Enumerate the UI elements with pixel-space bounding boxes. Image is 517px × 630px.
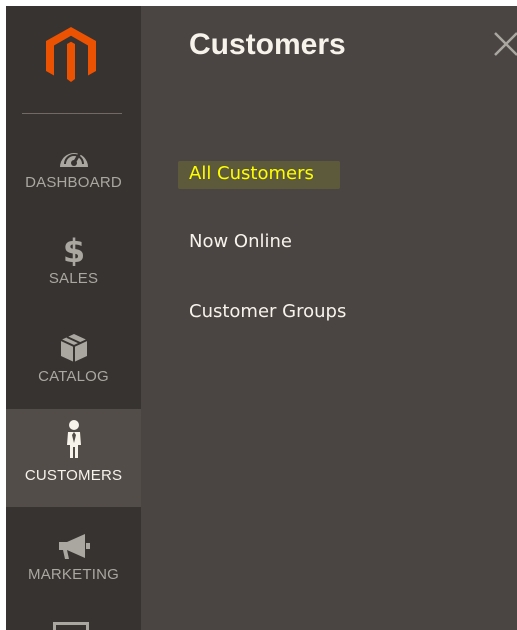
logo-divider	[22, 113, 122, 114]
dashboard-gauge-icon	[57, 134, 91, 170]
megaphone-icon	[57, 526, 91, 562]
sidebar-item-customers[interactable]: CUSTOMERS	[6, 409, 141, 507]
admin-sidebar: DASHBOARD $ SALES CATALOG CUSTOMERS MARK…	[6, 6, 141, 630]
sidebar-item-dashboard[interactable]: DASHBOARD	[6, 134, 141, 232]
now-online-link[interactable]: Now Online	[189, 231, 292, 252]
sidebar-item-label: DASHBOARD	[25, 174, 122, 191]
magento-logo-icon[interactable]	[42, 26, 100, 84]
customer-groups-link[interactable]: Customer Groups	[189, 301, 346, 322]
sidebar-item-label: SALES	[48, 270, 99, 287]
sidebar-item-marketing[interactable]: MARKETING	[6, 526, 141, 624]
sidebar-item-label: CATALOG	[38, 368, 109, 385]
customers-menu-panel: Customers All Customers Now Online Custo…	[141, 6, 517, 630]
all-customers-link[interactable]: All Customers	[189, 163, 314, 184]
dollar-icon: $	[62, 230, 86, 266]
sidebar-item-label: CUSTOMERS	[24, 467, 123, 484]
content-icon	[53, 622, 89, 630]
box-icon	[59, 328, 89, 364]
svg-text:$: $	[62, 232, 84, 266]
admin-frame: DASHBOARD $ SALES CATALOG CUSTOMERS MARK…	[6, 6, 517, 630]
close-icon[interactable]	[493, 31, 517, 57]
sidebar-item-label: MARKETING	[28, 566, 119, 583]
sidebar-item-sales[interactable]: $ SALES	[6, 230, 141, 328]
person-icon	[64, 409, 84, 459]
page-title: Customers	[189, 28, 346, 61]
